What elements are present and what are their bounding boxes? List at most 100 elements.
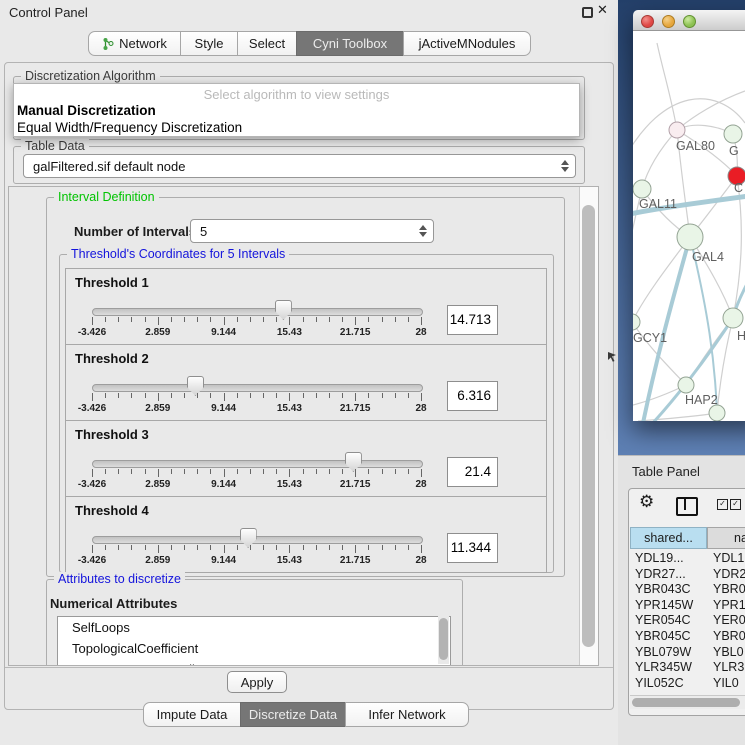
tick-label: 21.715 bbox=[340, 555, 371, 566]
menu-item-equal-width-frequency[interactable]: Equal Width/Frequency Discretization bbox=[17, 120, 242, 135]
number-of-intervals-combobox[interactable]: 5 bbox=[190, 219, 434, 243]
network-node[interactable] bbox=[709, 405, 725, 421]
settings-scrollbar[interactable] bbox=[579, 187, 598, 665]
cell-shared-name[interactable]: YDL19... bbox=[630, 551, 707, 567]
table-panel-title: Table Panel bbox=[632, 464, 700, 479]
network-edge[interactable] bbox=[638, 413, 717, 421]
slider-track[interactable] bbox=[92, 384, 423, 392]
threshold-value-field[interactable]: 11.344 bbox=[447, 533, 498, 563]
float-window-icon[interactable] bbox=[582, 7, 593, 18]
menu-item-manual-discretization[interactable]: Manual Discretization bbox=[17, 103, 156, 118]
table-data-title: Table Data bbox=[21, 139, 89, 153]
cell-name[interactable]: YLR3 bbox=[707, 660, 745, 676]
network-window[interactable]: GAL80GCGAL11GAL4GCY1HHAP2 bbox=[633, 10, 745, 421]
tab-jactivemnodules[interactable]: jActiveMNodules bbox=[403, 31, 531, 56]
cell-shared-name[interactable]: YIL052C bbox=[630, 676, 707, 692]
cell-name[interactable]: YPR1 bbox=[707, 598, 745, 614]
network-window-titlebar[interactable] bbox=[633, 10, 745, 31]
network-node[interactable] bbox=[678, 377, 694, 393]
cell-name[interactable]: YDL1 bbox=[707, 551, 745, 567]
list-item[interactable]: BetweennessCentrality bbox=[58, 659, 450, 666]
table-data-combobox[interactable]: galFiltered.sif default node bbox=[23, 154, 576, 178]
threshold-value-field[interactable]: 6.316 bbox=[447, 381, 498, 411]
network-node[interactable] bbox=[677, 224, 703, 250]
list-scrollbar[interactable] bbox=[438, 616, 449, 664]
cell-shared-name[interactable]: YBL079W bbox=[630, 645, 707, 661]
tab-discretize-data[interactable]: Discretize Data bbox=[240, 702, 346, 727]
network-node[interactable] bbox=[723, 308, 743, 328]
network-edge[interactable] bbox=[633, 237, 690, 322]
table-row[interactable]: YLR345W YLR3 bbox=[630, 660, 745, 676]
cell-name[interactable]: YER0 bbox=[707, 613, 745, 629]
tick-label: 9.144 bbox=[211, 403, 236, 414]
cell-shared-name[interactable]: YBR043C bbox=[630, 582, 707, 598]
gear-icon[interactable]: ⚙ bbox=[639, 492, 654, 512]
table-row[interactable]: YPR145W YPR1 bbox=[630, 598, 745, 614]
network-node[interactable] bbox=[633, 314, 640, 330]
list-item[interactable]: TopologicalCoefficient bbox=[58, 638, 450, 659]
network-node[interactable] bbox=[669, 122, 685, 138]
checkbox-icon[interactable]: ✓ bbox=[730, 499, 741, 510]
tab-style[interactable]: Style bbox=[180, 31, 238, 56]
stepper-icon bbox=[419, 225, 427, 237]
slider-thumb[interactable] bbox=[187, 376, 204, 396]
tab-select[interactable]: Select bbox=[237, 31, 297, 56]
zoom-traffic-light-icon[interactable] bbox=[683, 15, 696, 28]
algorithm-dropdown-popup: Select algorithm to view settings Manual… bbox=[13, 83, 580, 137]
cell-name[interactable]: YBR0 bbox=[707, 629, 745, 645]
threshold-value-field[interactable]: 14.713 bbox=[447, 305, 498, 335]
cell-shared-name[interactable]: YER054C bbox=[630, 613, 707, 629]
network-edge[interactable] bbox=[642, 130, 677, 189]
network-edge[interactable] bbox=[657, 43, 677, 130]
cell-shared-name[interactable]: YDR27... bbox=[630, 567, 707, 583]
network-canvas[interactable]: GAL80GCGAL11GAL4GCY1HHAP2 bbox=[633, 31, 745, 421]
list-item[interactable]: SelfLoops bbox=[58, 617, 450, 638]
cell-shared-name[interactable]: YPR145W bbox=[630, 598, 707, 614]
tab-infer-network[interactable]: Infer Network bbox=[345, 702, 469, 727]
tab-cyni-toolbox[interactable]: Cyni Toolbox bbox=[296, 31, 404, 56]
table-row[interactable]: YER054C YER0 bbox=[630, 613, 745, 629]
slider-track[interactable] bbox=[92, 460, 423, 468]
table-row[interactable]: YDR27... YDR2 bbox=[630, 567, 745, 583]
network-node[interactable] bbox=[724, 125, 742, 143]
attributes-group: Attributes to discretize Numerical Attri… bbox=[46, 579, 463, 666]
table-row[interactable]: YDL19... YDL1 bbox=[630, 551, 745, 567]
tick-label: 21.715 bbox=[340, 403, 371, 414]
column-header-shared-name[interactable]: shared... bbox=[630, 527, 707, 549]
tab-network[interactable]: Network bbox=[88, 31, 181, 56]
table-horizontal-scrollbar[interactable] bbox=[630, 695, 745, 709]
apply-button[interactable]: Apply bbox=[227, 671, 287, 693]
table-row[interactable]: YIL052C YIL0 bbox=[630, 676, 745, 692]
screen: Control Panel ✕ Network Style Select Cyn… bbox=[0, 0, 745, 745]
slider-thumb[interactable] bbox=[240, 528, 257, 548]
table-row[interactable]: YBR045C YBR0 bbox=[630, 629, 745, 645]
slider-track[interactable] bbox=[92, 536, 423, 544]
tick-label: 9.144 bbox=[211, 555, 236, 566]
column-layout-icon[interactable] bbox=[676, 497, 698, 516]
checkbox-icon[interactable]: ✓ bbox=[717, 499, 728, 510]
network-edge[interactable] bbox=[677, 91, 745, 130]
scrollbar-thumb[interactable] bbox=[632, 698, 740, 707]
threshold-label: Threshold 1 bbox=[75, 275, 149, 290]
node-label: GAL4 bbox=[692, 250, 724, 264]
slider-thumb[interactable] bbox=[345, 452, 362, 472]
scrollbar-thumb[interactable] bbox=[582, 205, 595, 647]
table-row[interactable]: YBL079W YBL0 bbox=[630, 645, 745, 661]
network-node[interactable] bbox=[633, 180, 651, 198]
close-traffic-light-icon[interactable] bbox=[641, 15, 654, 28]
slider-track[interactable] bbox=[92, 308, 423, 316]
numerical-attributes-list: SelfLoops TopologicalCoefficient Between… bbox=[57, 616, 451, 666]
cell-name[interactable]: YIL0 bbox=[707, 676, 745, 692]
threshold-value-field[interactable]: 21.4 bbox=[447, 457, 498, 487]
close-icon[interactable]: ✕ bbox=[597, 3, 608, 18]
table-row[interactable]: YBR043C YBR0 bbox=[630, 582, 745, 598]
cell-name[interactable]: YBR0 bbox=[707, 582, 745, 598]
tab-impute-data[interactable]: Impute Data bbox=[143, 702, 241, 727]
cell-shared-name[interactable]: YLR345W bbox=[630, 660, 707, 676]
minimize-traffic-light-icon[interactable] bbox=[662, 15, 675, 28]
column-header-name[interactable]: na bbox=[707, 527, 745, 549]
cell-shared-name[interactable]: YBR045C bbox=[630, 629, 707, 645]
cell-name[interactable]: YBL0 bbox=[707, 645, 745, 661]
tick-label: 21.715 bbox=[340, 479, 371, 490]
cell-name[interactable]: YDR2 bbox=[707, 567, 745, 583]
